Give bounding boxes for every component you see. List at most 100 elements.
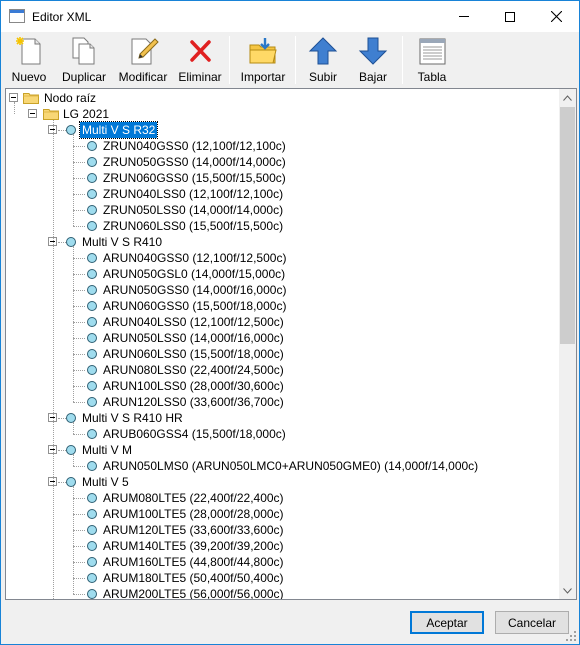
minimize-button[interactable] (441, 1, 487, 32)
close-button[interactable] (533, 1, 579, 32)
tree-connector (73, 246, 74, 402)
tree-node-item[interactable]: ZRUN060LSS0 (15,500f/15,500c) (101, 218, 285, 234)
tree-node-item[interactable]: ZRUN040LSS0 (12,100f/12,100c) (101, 186, 285, 202)
modificar-button[interactable]: Modificar (117, 32, 169, 86)
tree-node-item[interactable]: ARUN050LSS0 (14,000f/16,000c) (101, 330, 286, 346)
tree-node-item[interactable]: ARUM180LTE5 (50,400f/50,400c) (101, 570, 286, 586)
nuevo-button[interactable]: Nuevo (8, 32, 50, 86)
tree-connector (73, 134, 74, 226)
maximize-button[interactable] (487, 1, 533, 32)
toolbar-separator (402, 36, 403, 84)
vertical-scrollbar[interactable] (559, 89, 576, 599)
tree-connector (73, 258, 85, 259)
tree-connector (58, 418, 66, 419)
item-node-icon (87, 557, 97, 567)
eliminar-button[interactable]: Eliminar (178, 32, 222, 86)
tree-node-group[interactable]: Multi V S R410 HR (80, 410, 185, 426)
toolbar-separator (295, 36, 296, 84)
tree-node-item[interactable]: ARUM100LTE5 (28,000f/28,000c) (101, 506, 286, 522)
scroll-up-arrow[interactable] (559, 89, 576, 106)
tree-node-item[interactable]: ARUN040LSS0 (12,100f/12,500c) (101, 314, 286, 330)
tree-node-item[interactable]: ARUN050LMS0 (ARUN050LMC0+ARUN050GME0) (1… (101, 458, 480, 474)
folder-icon (23, 92, 39, 104)
tree-node-group[interactable]: Multi V S R410 (80, 234, 164, 250)
tree-expander-root[interactable] (9, 93, 18, 102)
scrollbar-thumb[interactable] (560, 107, 575, 344)
tree-connector (73, 578, 85, 579)
duplicar-button[interactable]: Duplicar (59, 32, 109, 86)
item-node-icon (87, 381, 97, 391)
tree-node-item[interactable]: ZRUN050GSS0 (14,000f/14,000c) (101, 154, 288, 170)
tree-node-item[interactable]: ARUM160LTE5 (44,800f/44,800c) (101, 554, 286, 570)
arrow-up-icon (308, 37, 338, 65)
tree-node-root[interactable]: Nodo raíz (42, 90, 98, 106)
modificar-label: Modificar (118, 70, 168, 84)
group-node-icon (66, 413, 76, 423)
tree-node-item[interactable]: ARUN060GSS0 (15,500f/18,000c) (101, 298, 288, 314)
item-node-icon (87, 221, 97, 231)
tree-node-group[interactable]: Multi V 5 (80, 474, 131, 490)
tree-node-item[interactable]: ZRUN060GSS0 (15,500f/15,500c) (101, 170, 288, 186)
tree-node-item[interactable]: ARUN120LSS0 (33,600f/36,700c) (101, 394, 286, 410)
tree-node-group[interactable]: Multi V M (80, 442, 134, 458)
tree-connector (58, 482, 66, 483)
tree-node-item[interactable]: ARUN080LSS0 (22,400f/24,500c) (101, 362, 286, 378)
item-node-icon (87, 573, 97, 583)
item-node-icon (87, 365, 97, 375)
chevron-down-icon (563, 587, 572, 594)
tree-node-item[interactable]: ARUB060GSS4 (15,500f/18,000c) (101, 426, 288, 442)
title-bar[interactable]: Editor XML (1, 1, 579, 32)
tree-node-item[interactable]: ARUM200LTE5 (56,000f/56,000c) (101, 586, 286, 599)
item-node-icon (87, 397, 97, 407)
tree-connector (73, 338, 85, 339)
table-icon (419, 38, 446, 65)
cancelar-button[interactable]: Cancelar (495, 611, 569, 634)
tabla-button[interactable]: Tabla (412, 32, 452, 86)
tree-connector (73, 546, 85, 547)
tree-node-item[interactable]: ARUM080LTE5 (22,400f/22,400c) (101, 490, 286, 506)
tree-node-item[interactable]: ARUN100LSS0 (28,000f/30,600c) (101, 378, 286, 394)
item-node-icon (87, 173, 97, 183)
tree-connector (73, 162, 85, 163)
tree-node-item[interactable]: ZRUN050LSS0 (14,000f/14,000c) (101, 202, 285, 218)
tree-connector (73, 178, 85, 179)
app-window-icon (9, 9, 25, 23)
scroll-down-arrow[interactable] (559, 582, 576, 599)
item-node-icon (87, 157, 97, 167)
tree-node-item[interactable]: ARUM120LTE5 (33,600f/33,600c) (101, 522, 286, 538)
tree-node-item[interactable]: ARUN050GSS0 (14,000f/16,000c) (101, 282, 288, 298)
tree-node-group[interactable]: Multi V S R32 (78, 121, 159, 139)
close-icon (550, 11, 562, 22)
window-title: Editor XML (32, 10, 92, 24)
tree-node-brand[interactable]: LG 2021 (61, 106, 111, 122)
item-node-icon (87, 269, 97, 279)
tree-node-item[interactable]: ARUN050GSL0 (14,000f/15,000c) (101, 266, 287, 282)
arrow-down-icon (358, 37, 388, 65)
duplicar-label: Duplicar (61, 70, 106, 84)
item-node-icon (87, 189, 97, 199)
tree-connector (73, 466, 85, 467)
resize-grip-icon[interactable] (565, 630, 577, 642)
bajar-button[interactable]: Bajar (353, 32, 393, 86)
item-node-icon (87, 429, 97, 439)
tree-connector (73, 322, 85, 323)
tree-node-item[interactable]: ARUN060LSS0 (15,500f/18,000c) (101, 346, 286, 362)
tree-expander-brand[interactable] (28, 109, 37, 118)
maximize-icon (505, 11, 515, 22)
new-document-icon (16, 37, 41, 65)
tree-node-item[interactable]: ARUM140LTE5 (39,200f/39,200c) (101, 538, 286, 554)
aceptar-button[interactable]: Aceptar (410, 611, 484, 634)
tree-node-item[interactable]: ZRUN040GSS0 (12,100f/12,100c) (101, 138, 288, 154)
subir-button[interactable]: Subir (304, 32, 342, 86)
tree-node-item[interactable]: ARUN040GSS0 (12,100f/12,500c) (101, 250, 288, 266)
item-node-icon (87, 253, 97, 263)
importar-button[interactable]: Importar (240, 32, 286, 86)
tree-connector (73, 434, 85, 435)
tree-connector (73, 594, 85, 595)
tree-connector (14, 102, 15, 114)
item-node-icon (87, 461, 97, 471)
eliminar-label: Eliminar (178, 70, 222, 84)
tree-connector (73, 562, 85, 563)
tree-connector (58, 130, 66, 131)
xml-tree-view[interactable]: Nodo raíz LG 2021 Multi V S R32 ZRUN040GSS0… (5, 88, 577, 600)
